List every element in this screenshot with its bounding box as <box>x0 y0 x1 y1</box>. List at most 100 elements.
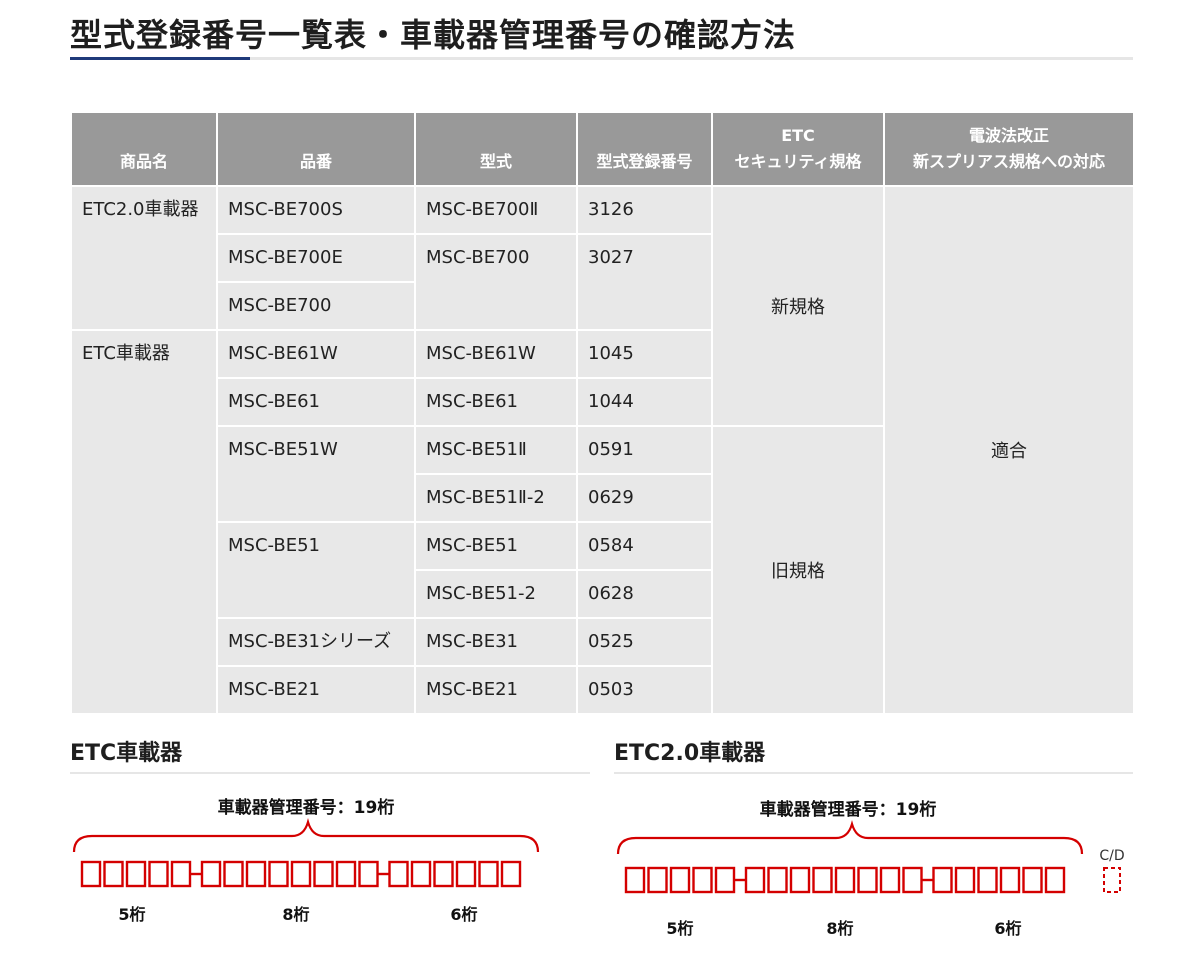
digit-box <box>812 866 833 894</box>
part-number-cell: MSC-BE700 <box>216 281 416 331</box>
model-cell: MSC-BE51-2 <box>414 569 578 619</box>
digit-box <box>857 866 878 894</box>
registration-number-cell: 0628 <box>576 569 713 619</box>
registration-number-cell: 0525 <box>576 617 713 667</box>
digit-box <box>223 860 244 888</box>
digit-box <box>624 866 646 894</box>
etc2-group-5-label: 5桁 <box>666 919 693 938</box>
digit-box <box>834 866 856 894</box>
part-number-cell: MSC-BE700S <box>216 185 416 235</box>
digit-box <box>647 866 668 894</box>
digit-box <box>313 860 334 888</box>
etc2-group-6-label: 6桁 <box>994 919 1021 938</box>
header-etc-security: ETC セキュリティ規格 <box>711 111 885 187</box>
digit-box <box>170 860 192 888</box>
header-part-number: 品番 <box>216 111 416 187</box>
product-name-cell: ETC車載器 <box>70 329 218 715</box>
digit-box <box>388 860 409 888</box>
header-spurious-compliance: 電波法改正 新スプリアス規格への対応 <box>883 111 1135 187</box>
digit-box <box>245 860 267 888</box>
model-cell: MSC-BE61 <box>414 377 578 427</box>
part-number-cell: MSC-BE31シリーズ <box>216 617 416 667</box>
digit-box <box>80 860 102 888</box>
header-registration-number: 型式登録番号 <box>576 111 713 187</box>
etc-brace <box>72 818 540 853</box>
digit-box <box>410 860 432 888</box>
etc-section-heading: ETC車載器 <box>70 741 183 766</box>
model-cell: MSC-BE31 <box>414 617 578 667</box>
model-cell: MSC-BE21 <box>414 665 578 715</box>
etc-group-5-label: 5桁 <box>118 905 145 924</box>
part-number-cell: MSC-BE51 <box>216 521 416 619</box>
etc2-group-8-label: 8桁 <box>826 919 853 938</box>
etc-group-6-label: 6桁 <box>450 905 477 924</box>
digit-box <box>932 866 953 894</box>
part-number-cell: MSC-BE51W <box>216 425 416 523</box>
model-cell: MSC-BE61W <box>414 329 578 379</box>
digit-box <box>335 860 357 888</box>
digit-box <box>999 866 1021 894</box>
etc-diagram-label: 車載器管理番号：19桁 <box>218 797 395 818</box>
digit-box <box>767 866 788 894</box>
digit-box <box>714 866 736 894</box>
etc2-section-heading: ETC2.0車載器 <box>614 741 766 766</box>
registration-number-cell: 3126 <box>576 185 713 235</box>
part-number-cell: MSC-BE61 <box>216 377 416 427</box>
digit-box <box>744 866 766 894</box>
etc2-section-rule <box>614 772 1133 774</box>
digit-box <box>125 860 147 888</box>
registration-number-cell: 0629 <box>576 473 713 523</box>
digit-box <box>200 860 222 888</box>
model-cell: MSC-BE51 <box>414 521 578 571</box>
digit-box <box>148 860 169 888</box>
digit-box <box>902 866 923 894</box>
registration-number-cell: 1045 <box>576 329 713 379</box>
etc-section: ETC車載器 <box>70 738 590 774</box>
security-standard-cell: 新規格 <box>711 185 885 427</box>
registration-number-cell: 0591 <box>576 425 713 475</box>
etc-digit-boxes <box>80 860 522 888</box>
digit-box <box>669 866 691 894</box>
etc2-number-diagram: 車載器管理番号：19桁 C/D 5桁 8桁 6桁 <box>612 792 1142 952</box>
check-digit-box <box>1103 867 1121 893</box>
registration-number-cell: 0584 <box>576 521 713 571</box>
digit-box <box>1022 866 1043 894</box>
etc-section-rule <box>70 772 590 774</box>
digit-box <box>789 866 811 894</box>
table-header-row: 商品名 品番 型式 型式登録番号 ETC セキュリティ規格 電波法改正 新スプリアス… <box>70 111 1135 187</box>
digit-box <box>977 866 998 894</box>
model-cell: MSC-BE700Ⅱ <box>414 185 578 235</box>
digit-box <box>290 860 312 888</box>
security-standard-cell: 旧規格 <box>711 425 885 715</box>
model-cell: MSC-BE51Ⅱ <box>414 425 578 475</box>
digit-box <box>358 860 379 888</box>
table-row: ETC2.0車載器 MSC-BE700S MSC-BE700Ⅱ 3126 新規格… <box>70 185 1135 715</box>
part-number-cell: MSC-BE61W <box>216 329 416 379</box>
etc2-section: ETC2.0車載器 <box>614 738 1133 774</box>
etc2-brace <box>616 820 1084 855</box>
digit-box <box>692 866 713 894</box>
registration-number-cell: 0503 <box>576 665 713 715</box>
registration-number-cell: 3027 <box>576 233 713 331</box>
etc2-digit-boxes <box>624 866 1066 894</box>
header-product-name: 商品名 <box>70 111 218 187</box>
page-title: 型式登録番号一覧表・車載器管理番号の確認方法 <box>70 16 797 54</box>
check-digit-label: C/D <box>1099 848 1124 864</box>
part-number-cell: MSC-BE21 <box>216 665 416 715</box>
etc-number-diagram: 車載器管理番号：19桁 5桁 8桁 6桁 <box>70 790 550 940</box>
registration-table: 商品名 品番 型式 型式登録番号 ETC セキュリティ規格 電波法改正 新スプリアス… <box>70 111 1135 715</box>
digit-box <box>954 866 976 894</box>
title-underline <box>70 57 1133 60</box>
header-model: 型式 <box>414 111 578 187</box>
digit-box <box>268 860 289 888</box>
registration-number-cell: 1044 <box>576 377 713 427</box>
part-number-cell: MSC-BE700E <box>216 233 416 283</box>
digit-box <box>478 860 499 888</box>
digit-box <box>433 860 454 888</box>
etc-group-8-label: 8桁 <box>282 905 309 924</box>
digit-box <box>879 866 901 894</box>
spurious-compliance-cell: 適合 <box>883 185 1135 715</box>
digit-box <box>500 860 522 888</box>
title-underline-accent <box>70 57 250 60</box>
digit-box <box>1044 866 1066 894</box>
